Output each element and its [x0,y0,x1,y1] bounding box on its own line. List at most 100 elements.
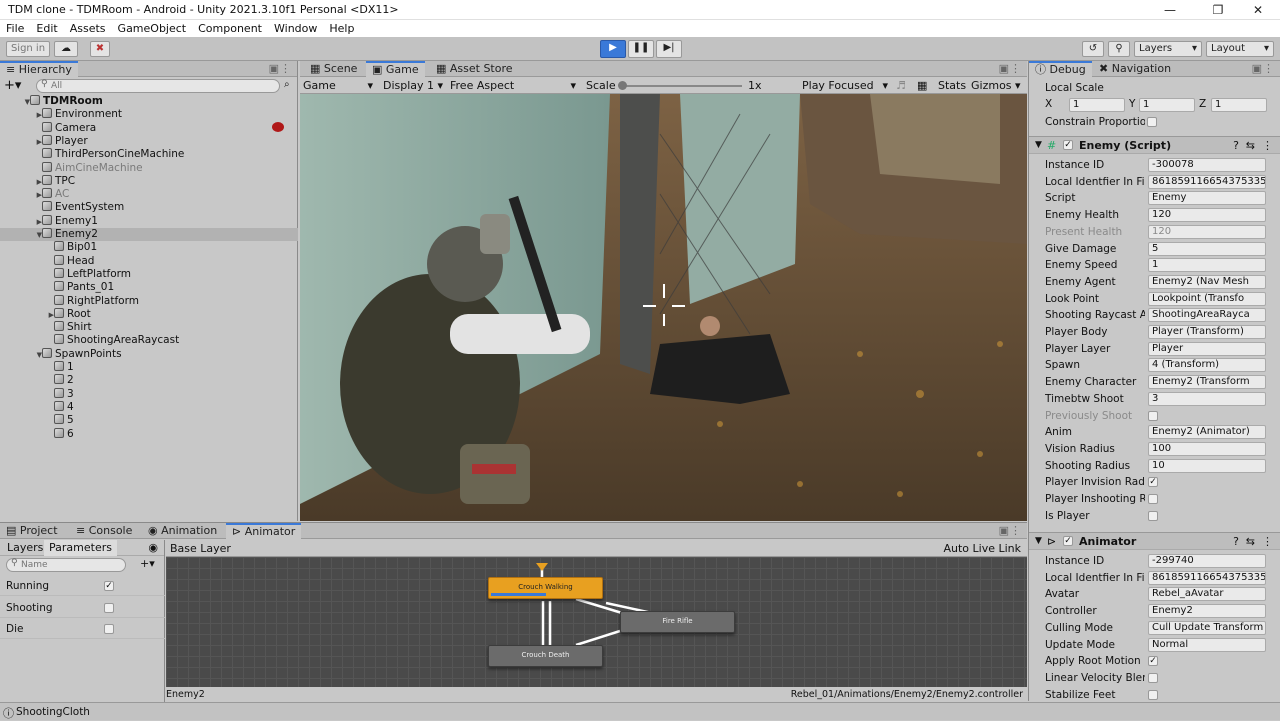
state-crouch-walking[interactable]: Crouch Walking [488,577,603,599]
field-value[interactable]: Player (Transform) [1148,325,1266,339]
scene-filter-icon[interactable]: ⌕ [284,79,290,90]
search-icon[interactable]: ⚲ [1108,41,1130,57]
field-value[interactable]: Rebel_aAvatar [1148,587,1266,602]
hierarchy-item[interactable]: LeftPlatform [0,267,298,281]
animator-component-header[interactable]: ▼ ⊳ ✓ Animator ? ⇆ ⋮ [1029,532,1280,550]
base-layer-breadcrumb[interactable]: Base Layer [170,542,231,555]
menu-item-edit[interactable]: Edit [36,20,63,37]
eye-icon[interactable]: ◉ [148,541,158,554]
parameter-bool-checkbox[interactable] [104,602,114,613]
parameter-search-input[interactable] [6,558,126,572]
hierarchy-item[interactable]: EventSystem [0,201,298,214]
field-value[interactable]: 4 (Transform) [1148,358,1266,373]
hierarchy-item[interactable]: ▼ SpawnPoints [0,347,298,361]
layout-dropdown[interactable]: Layout ▾ [1206,41,1274,57]
scale-slider[interactable] [620,85,742,87]
hierarchy-item[interactable]: Bip01 [0,241,298,254]
animator-graph[interactable]: Crouch Walking Fire Rifle Crouch Death [166,557,1027,687]
field-checkbox[interactable] [1148,510,1158,521]
menu-item-window[interactable]: Window [274,20,323,37]
help-icon[interactable]: ? [1233,533,1239,550]
collab-icon[interactable]: ✖ [90,41,110,57]
state-crouch-death[interactable]: Crouch Death [488,645,603,667]
pause-button[interactable]: ❚❚ [628,40,654,58]
field-value[interactable]: 1 [1148,258,1266,273]
hierarchy-item[interactable]: Head [0,254,298,268]
expand-arrow-icon[interactable]: ▼ [22,96,30,109]
stats-button[interactable]: Stats [938,79,966,92]
kebab-menu-icon[interactable]: ⋮ [1262,533,1273,550]
field-checkbox[interactable] [1148,494,1158,504]
enemy-script-header[interactable]: ▼ # ✓ Enemy (Script) ? ⇆ ⋮ [1029,136,1280,154]
scale-slider-handle[interactable] [618,81,627,90]
field-value[interactable]: -300078 [1148,158,1266,172]
field-checkbox[interactable]: ✓ [1148,477,1158,488]
hierarchy-item[interactable]: ShootingAreaRaycast [0,334,298,347]
preset-icon[interactable]: ⇆ [1246,533,1255,550]
field-checkbox[interactable] [1148,689,1158,700]
menu-item-component[interactable]: Component [198,20,268,37]
tab-navigation[interactable]: ✖ Navigation [1093,61,1177,77]
field-value[interactable]: Enemy [1148,191,1266,206]
chevron-down-icon[interactable]: ▼ [1035,533,1042,550]
lock-icon[interactable]: ▣ [999,524,1009,537]
history-icon[interactable]: ↺ [1082,41,1104,57]
parameter-bool-checkbox[interactable]: ✓ [104,581,114,591]
game-viewport[interactable] [300,94,1027,521]
field-value[interactable]: Enemy2 (Transform [1148,375,1266,390]
hierarchy-item[interactable]: Camera [0,121,298,135]
tab-game[interactable]: ▣ Game [366,61,425,77]
menu-item-help[interactable]: Help [329,20,360,37]
play-focused-dropdown[interactable]: Play Focused ▾ [802,79,888,92]
cloud-icon[interactable]: ☁ [54,41,78,57]
field-value[interactable]: ShootingAreaRayca [1148,308,1266,323]
hierarchy-item[interactable]: 5 [0,414,298,427]
collapse-arrow-icon[interactable]: ▶ [34,136,42,149]
help-icon[interactable]: ? [1233,137,1239,154]
maximize-button[interactable]: ❐ [1196,0,1240,20]
hierarchy-item[interactable]: 2 [0,374,298,387]
field-value[interactable]: Enemy2 (Animator) [1148,425,1266,440]
hierarchy-item[interactable]: 1 [0,361,298,374]
menu-item-assets[interactable]: Assets [70,20,112,37]
kebab-menu-icon[interactable]: ⋮ [1263,62,1274,75]
hierarchy-item[interactable]: ▶ TPC [0,174,298,188]
hierarchy-item[interactable]: Shirt [0,321,298,334]
field-value[interactable]: Cull Update Transform [1148,620,1266,635]
add-parameter-icon[interactable]: +▾ [140,557,155,570]
hierarchy-item[interactable]: AimCineMachine [0,161,298,175]
minimize-button[interactable]: — [1148,0,1192,20]
hierarchy-item[interactable]: ▼ TDMRoom [0,95,298,108]
layers-dropdown[interactable]: Layers ▾ [1134,41,1202,57]
tab-layers[interactable]: Layers [2,540,48,556]
hierarchy-item[interactable]: ▶ Enemy1 [0,214,298,228]
tab-animator[interactable]: ⊳ Animator [226,523,302,539]
hierarchy-item[interactable]: Pants_01 [0,281,298,294]
field-value[interactable]: 5 [1148,241,1266,256]
field-value[interactable]: 8618591166543753353 [1148,570,1266,585]
auto-live-link-button[interactable]: Auto Live Link [943,542,1021,555]
close-button[interactable]: ✕ [1236,0,1280,20]
kebab-menu-icon[interactable]: ⋮ [280,62,291,75]
status-message[interactable]: ShootingCloth [16,706,90,718]
chevron-down-icon[interactable]: ▼ [1035,137,1042,154]
sign-in-button[interactable]: Sign in [6,41,50,57]
constrain-checkbox[interactable] [1147,117,1157,127]
animator-enabled-checkbox[interactable]: ✓ [1063,536,1073,546]
parameter-item[interactable]: Die [0,619,165,639]
tab-hierarchy[interactable]: ≡ Hierarchy [0,61,78,77]
hierarchy-item[interactable]: ThirdPersonCineMachine [0,148,298,161]
field-value[interactable]: 100 [1148,441,1266,456]
field-value[interactable]: 8618591166543753356 [1148,174,1266,189]
tab-console[interactable]: ≡ Console [70,523,138,539]
hierarchy-item[interactable]: ▼ Enemy2 [0,228,298,241]
gizmos-button[interactable]: Gizmos [971,79,1012,92]
scale-x-field[interactable]: 1 [1069,98,1125,112]
state-fire-rifle[interactable]: Fire Rifle [620,611,735,633]
field-value[interactable]: Player [1148,341,1266,356]
chevron-down-icon[interactable]: ▾ [1015,79,1021,92]
game-view-dropdown[interactable]: Game ▾ [303,79,373,92]
lock-icon[interactable]: ▣ [269,62,279,75]
hierarchy-item[interactable]: ▶ Environment [0,108,298,121]
field-value[interactable]: Enemy2 (Nav Mesh [1148,274,1266,289]
